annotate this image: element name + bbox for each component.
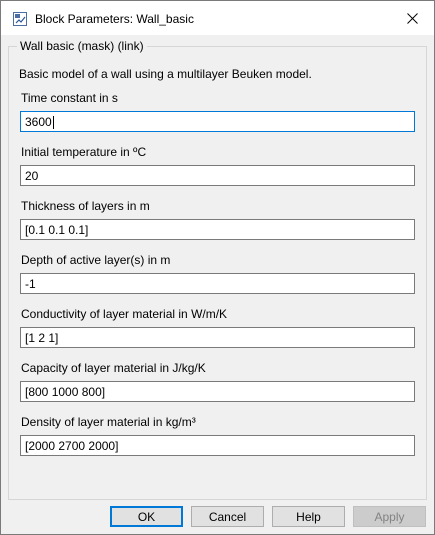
parameters-group: Wall basic (mask) (link) Basic model of … <box>8 39 427 500</box>
time-constant-label: Time constant in s <box>21 91 118 105</box>
window-title: Block Parameters: Wall_basic <box>35 12 194 26</box>
capacity-field[interactable]: [800 1000 800] <box>20 381 415 402</box>
apply-button[interactable]: Apply <box>353 506 426 527</box>
conductivity-label: Conductivity of layer material in W/m/K <box>21 307 228 321</box>
group-legend: Wall basic (mask) (link) <box>17 39 147 53</box>
initial-temperature-label: Initial temperature in ºC <box>21 145 147 159</box>
close-button[interactable] <box>390 1 434 35</box>
close-icon <box>406 12 418 24</box>
help-button[interactable]: Help <box>272 506 345 527</box>
conductivity-field[interactable]: [1 2 1] <box>20 327 415 348</box>
density-label: Density of layer material in kg/m³ <box>21 415 196 429</box>
active-layer-depth-label: Depth of active layer(s) in m <box>21 253 171 267</box>
block-parameters-dialog: Block Parameters: Wall_basic Wall basic … <box>0 0 435 535</box>
initial-temperature-field[interactable]: 20 <box>20 165 415 186</box>
time-constant-field[interactable]: 3600 <box>20 111 415 132</box>
active-layer-depth-field[interactable]: -1 <box>20 273 415 294</box>
title-bar[interactable]: Block Parameters: Wall_basic <box>1 1 434 35</box>
capacity-label: Capacity of layer material in J/kg/K <box>21 361 206 375</box>
thickness-field[interactable]: [0.1 0.1 0.1] <box>20 219 415 240</box>
cancel-button[interactable]: Cancel <box>191 506 264 527</box>
density-field[interactable]: [2000 2700 2000] <box>20 435 415 456</box>
ok-button[interactable]: OK <box>110 506 183 527</box>
block-description: Basic model of a wall using a multilayer… <box>19 67 312 81</box>
thickness-label: Thickness of layers in m <box>21 199 150 213</box>
simulink-block-icon <box>13 12 27 26</box>
